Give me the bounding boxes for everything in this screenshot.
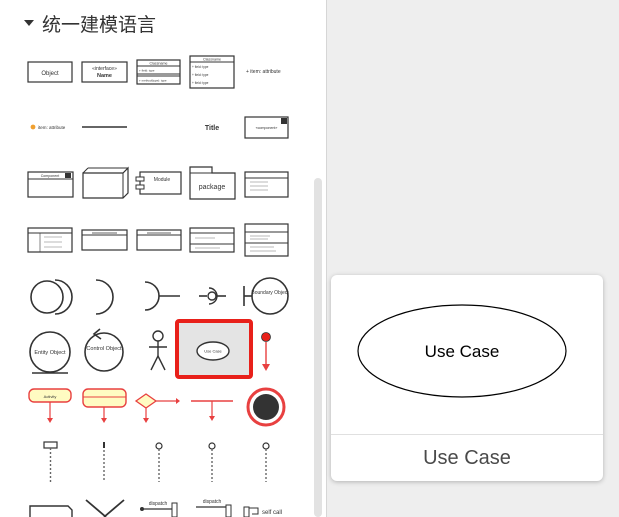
class-fields-name: Classname [203, 58, 221, 62]
shape-final-state[interactable] [246, 387, 286, 427]
shape-package[interactable]: package [189, 166, 236, 200]
self-call-label: self call [262, 510, 282, 516]
component-label: «component» [256, 126, 278, 130]
shape-lifeline-circle-2[interactable] [208, 442, 216, 482]
shape-fork[interactable] [191, 400, 233, 421]
shape-class-header-1[interactable] [81, 229, 128, 251]
shape-destroy[interactable] [85, 499, 125, 517]
shape-boundary-object[interactable]: Boundary Object [243, 277, 289, 315]
use-case-small-label: Use Case [204, 349, 222, 354]
activity-label: Activity [44, 394, 57, 399]
control-object-label: Control Object [86, 346, 122, 352]
shape-item-attribute-icon[interactable]: item: attribute [30, 124, 66, 130]
shape-frame[interactable] [29, 505, 73, 517]
shape-dispatch-1[interactable]: dispatch [140, 501, 178, 517]
package-label: package [199, 184, 226, 191]
shape-interface-detailed[interactable] [244, 223, 289, 257]
interface-name: Name [97, 73, 112, 79]
shape-object[interactable]: Object [27, 61, 73, 83]
shape-lifeline-circle-1[interactable] [155, 442, 163, 482]
preview-canvas: Use Case [357, 304, 567, 398]
shape-initial-state[interactable] [261, 332, 271, 372]
shape-required-interface-line[interactable] [144, 281, 180, 311]
shape-actor[interactable] [149, 330, 167, 371]
shape-table[interactable] [27, 227, 73, 253]
shape-preview-popup: Use Case Use Case [331, 275, 603, 481]
interface-stereotype: «interface» [92, 66, 117, 72]
shape-module[interactable]: Module [135, 171, 182, 195]
class-field-2: + field: type [192, 73, 209, 77]
class-name: Classname [150, 62, 168, 66]
shape-interface[interactable]: «interface» Name [81, 61, 128, 83]
shape-class-detailed[interactable] [244, 171, 289, 198]
shape-self-call[interactable]: self call [243, 506, 282, 517]
entity-object-label: Entity Object [34, 350, 66, 356]
dispatch-label-1: dispatch [149, 501, 168, 507]
shape-component[interactable]: «component» [244, 116, 289, 139]
component-box-label: Component [41, 174, 60, 178]
shape-library-panel: 统一建模语言 Object «interface» Name Classname… [0, 0, 326, 517]
shape-component-box[interactable]: Component [27, 171, 74, 198]
class-field-1: + field: type [192, 65, 209, 69]
shape-activity-compartments[interactable] [82, 388, 127, 423]
shape-lifeline-box[interactable] [43, 441, 58, 482]
shape-lifeline-circle-3[interactable] [262, 442, 270, 482]
shape-decision[interactable] [134, 393, 180, 423]
shape-class-fields[interactable]: Classname + field: type + field: type + … [189, 55, 235, 89]
shape-class-sections[interactable] [189, 227, 235, 253]
shape-provided-interface[interactable] [30, 279, 73, 315]
shape-class-header-2[interactable] [136, 229, 182, 251]
object-label: Object [41, 71, 59, 77]
item-attribute-label: + item: attribute [246, 69, 281, 75]
preview-shape-label: Use Case [425, 342, 500, 361]
shape-entity-object[interactable]: Entity Object [29, 331, 71, 374]
shape-item-attribute[interactable]: + item: attribute [246, 69, 281, 75]
shape-node[interactable] [82, 166, 129, 199]
module-label: Module [154, 177, 171, 183]
shape-class[interactable]: Classname + field: type + method(type): … [136, 59, 181, 85]
title-label: Title [205, 125, 219, 132]
shape-activity[interactable]: Activity [28, 388, 72, 423]
shape-control-object[interactable]: Control Object [84, 328, 124, 372]
dispatch-label-2: dispatch [203, 499, 222, 505]
shape-ball-socket[interactable] [199, 287, 226, 305]
bullet-icon [30, 124, 36, 130]
shape-title[interactable]: Title [205, 125, 219, 132]
shape-dispatch-2[interactable]: dispatch [196, 499, 232, 517]
scrollbar[interactable] [314, 178, 322, 517]
class-method: + method(type): type [139, 79, 167, 83]
shape-required-interface[interactable] [95, 279, 114, 315]
preview-caption: Use Case [331, 434, 603, 481]
item-attribute-icon-label: item: attribute [38, 125, 66, 130]
class-attribute: + field: type [139, 69, 155, 73]
class-field-3: + field: type [192, 81, 209, 85]
shape-use-case-selected[interactable]: Use Case [175, 319, 253, 379]
boundary-object-label: Boundary Object [251, 290, 289, 296]
